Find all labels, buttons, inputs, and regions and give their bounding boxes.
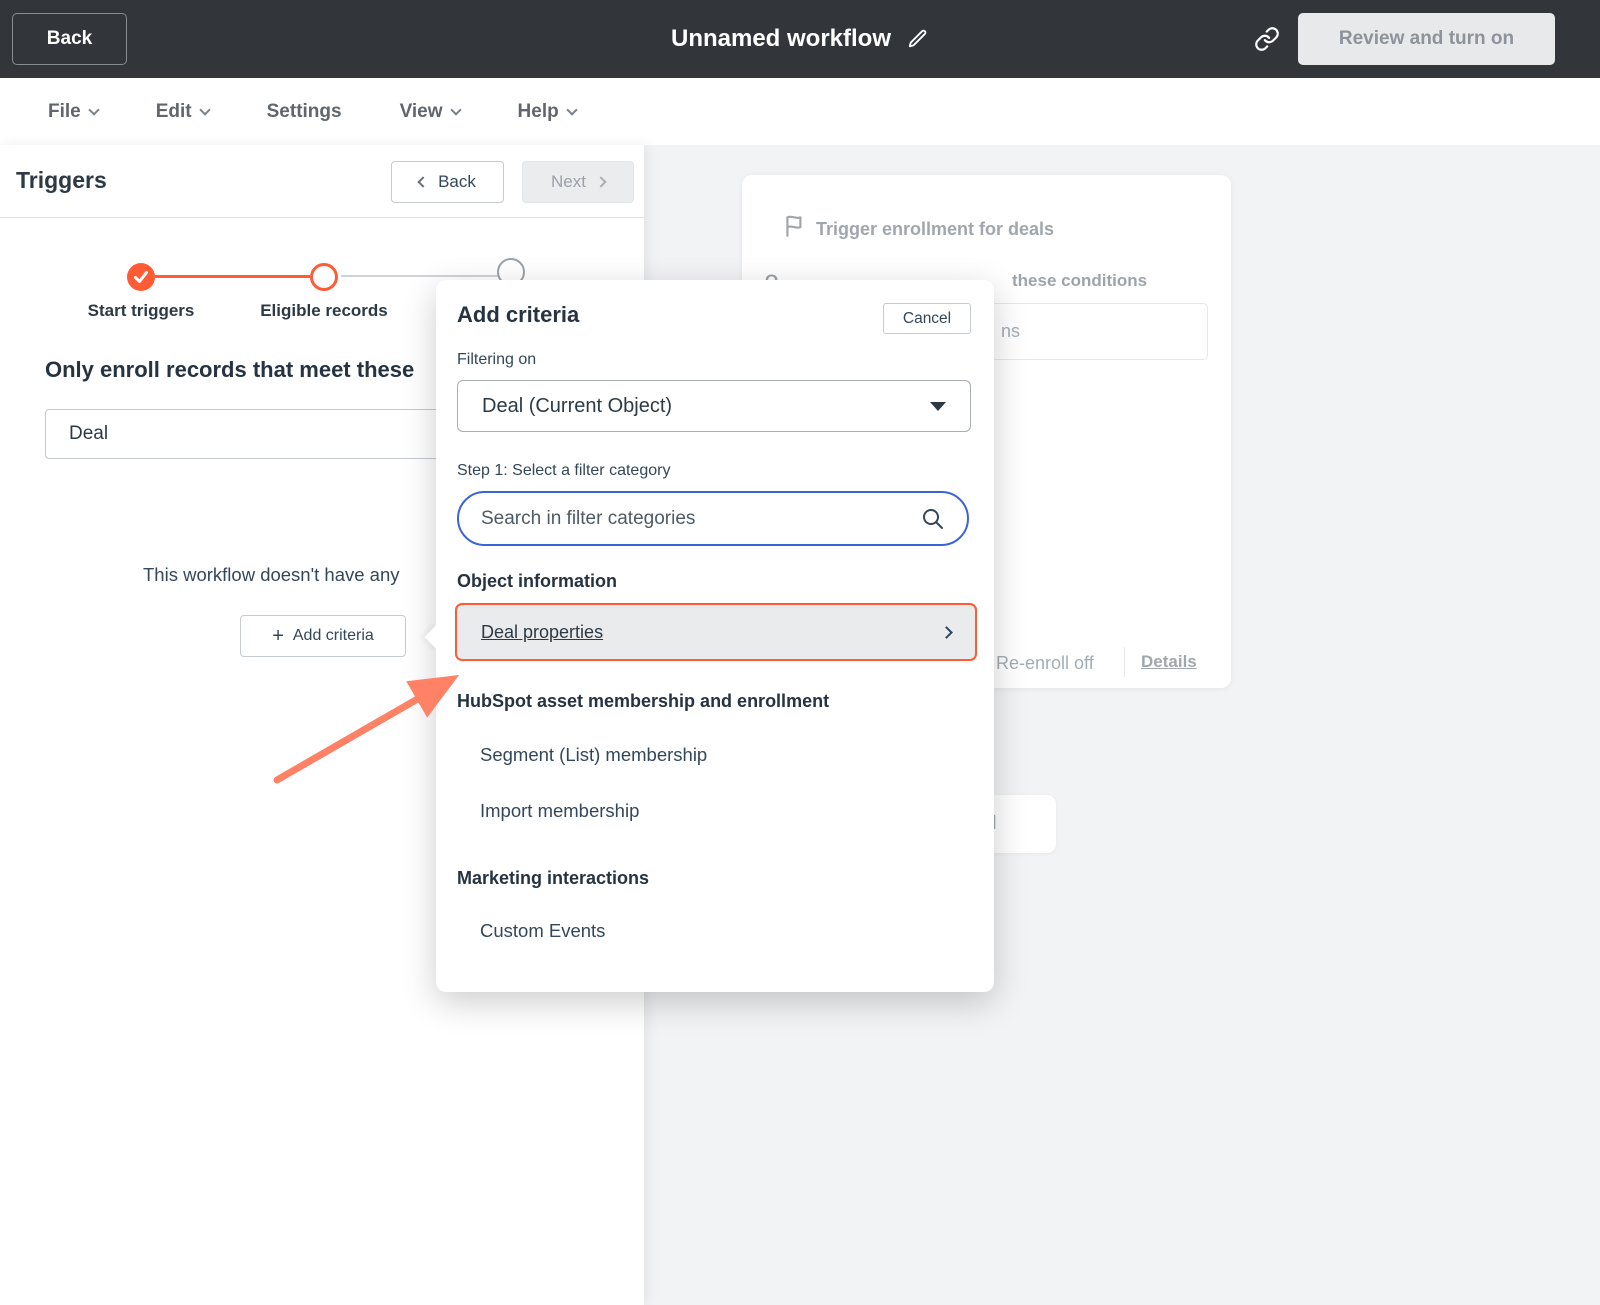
step-start-triggers-label: Start triggers [61,301,221,321]
panel-next-label: Next [551,172,586,192]
chevron-down-icon [88,104,99,115]
review-and-turn-on-button[interactable]: Review and turn on [1298,13,1555,65]
menu-help-label: Help [518,101,559,123]
chevron-left-icon [417,176,428,187]
chevron-right-icon [940,626,953,639]
deal-properties-label: Deal properties [481,622,603,643]
menu-settings-label: Settings [267,101,342,123]
filtering-on-value: Deal (Current Object) [482,395,672,418]
enroll-heading: Only enroll records that meet these [45,357,414,383]
menu-view-label: View [400,101,443,123]
caret-down-icon [930,402,946,411]
section-object-information: Object information [457,571,617,592]
chevron-down-icon [566,104,577,115]
menu-view[interactable]: View [400,101,460,123]
filter-category-import-membership[interactable]: Import membership [480,800,639,822]
cancel-button[interactable]: Cancel [883,303,971,334]
workflow-title: Unnamed workflow [671,25,891,53]
step-start-triggers[interactable] [127,263,155,291]
panel-back-label: Back [438,172,476,192]
filter-category-segment-list-membership[interactable]: Segment (List) membership [480,744,707,766]
panel-next-button[interactable]: Next [522,161,634,203]
menu-edit-label: Edit [156,101,192,123]
chevron-down-icon [450,104,461,115]
section-hubspot-membership: HubSpot asset membership and enrollment [457,691,829,712]
filter-search-field[interactable] [457,491,969,546]
menu-file-label: File [48,101,81,123]
menu-bar: File Edit Settings View Help [0,78,1600,145]
chevron-right-icon [595,176,606,187]
step-eligible-records[interactable] [310,263,338,291]
empty-triggers-text: This workflow doesn't have any [143,564,400,586]
filter-category-custom-events[interactable]: Custom Events [480,920,605,942]
menu-file[interactable]: File [48,101,98,123]
edit-title-icon[interactable] [907,28,929,50]
top-app-bar: Back Unnamed workflow Review and turn on [0,0,1600,78]
filter-step-label: Step 1: Select a filter category [457,462,670,480]
menu-edit[interactable]: Edit [156,101,209,123]
filtering-on-label: Filtering on [457,351,536,369]
chevron-down-icon [199,104,210,115]
copy-link-icon[interactable] [1254,26,1280,52]
add-criteria-button[interactable]: + Add criteria [240,615,406,657]
enrollment-object-value: Deal [69,423,108,445]
filter-category-deal-properties[interactable]: Deal properties [455,603,977,661]
triggers-panel-header: Triggers Back Next [0,145,644,218]
plus-icon: + [272,626,284,646]
menu-help[interactable]: Help [518,101,576,123]
filter-search-input[interactable] [481,508,921,530]
panel-back-button[interactable]: Back [391,161,504,203]
search-icon [921,507,945,531]
stepper-connector-complete [155,275,310,278]
add-criteria-label: Add criteria [293,627,374,645]
filtering-on-select[interactable]: Deal (Current Object) [457,380,971,432]
check-icon [133,270,149,284]
menu-settings[interactable]: Settings [267,101,342,123]
stepper-connector-upcoming [341,275,498,277]
add-criteria-modal: Add criteria Cancel Filtering on Deal (C… [436,280,994,992]
panel-title: Triggers [16,167,107,194]
section-marketing-interactions: Marketing interactions [457,868,649,889]
step-eligible-records-label: Eligible records [244,301,404,321]
modal-title: Add criteria [457,302,579,328]
